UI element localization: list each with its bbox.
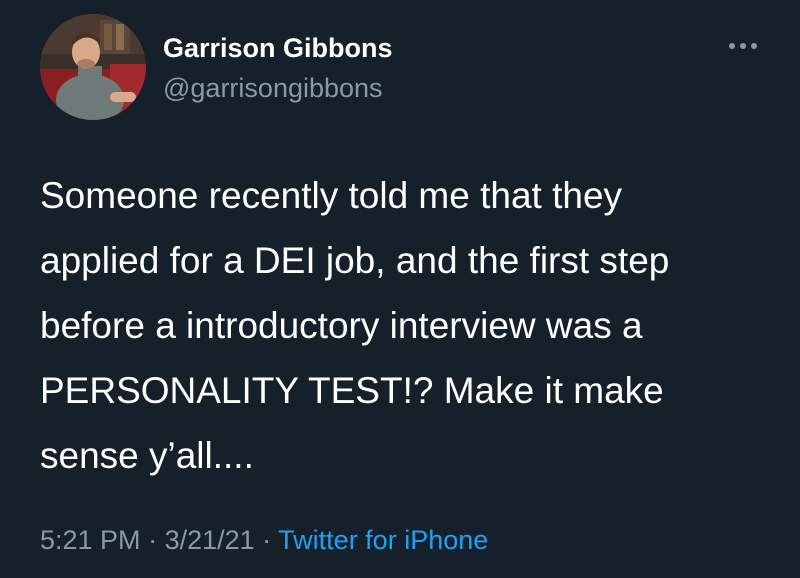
tweet-text-line: applied for a DEI job, and the first ste… xyxy=(40,240,670,281)
more-horizontal-icon xyxy=(729,43,757,49)
tweet-metadata: 5:21 PM · 3/21/21 · Twitter for iPhone xyxy=(40,520,488,560)
user-handle[interactable]: @garrisongibbons xyxy=(163,72,393,104)
meta-separator: · xyxy=(140,525,165,555)
avatar-photo xyxy=(40,14,146,120)
meta-separator: · xyxy=(254,525,279,555)
tweet-text-line: PERSONALITY TEST!? Make it make xyxy=(40,370,664,411)
avatar[interactable] xyxy=(40,14,146,120)
tweet-text-line: before a introductory interview was a xyxy=(40,305,643,346)
tweet-date[interactable]: 3/21/21 xyxy=(165,525,255,555)
display-name[interactable]: Garrison Gibbons xyxy=(163,32,393,64)
tweet-source-link[interactable]: Twitter for iPhone xyxy=(278,525,488,555)
tweet-card: Garrison Gibbons @garrisongibbons Someon… xyxy=(0,0,800,578)
more-options-button[interactable] xyxy=(723,36,763,56)
tweet-time[interactable]: 5:21 PM xyxy=(40,525,141,555)
author-info[interactable]: Garrison Gibbons @garrisongibbons xyxy=(163,32,393,104)
tweet-text-line: sense y’all.... xyxy=(40,435,254,476)
tweet-text-line: Someone recently told me that they xyxy=(40,175,623,216)
tweet-text: Someone recently told me that they appli… xyxy=(40,163,760,488)
